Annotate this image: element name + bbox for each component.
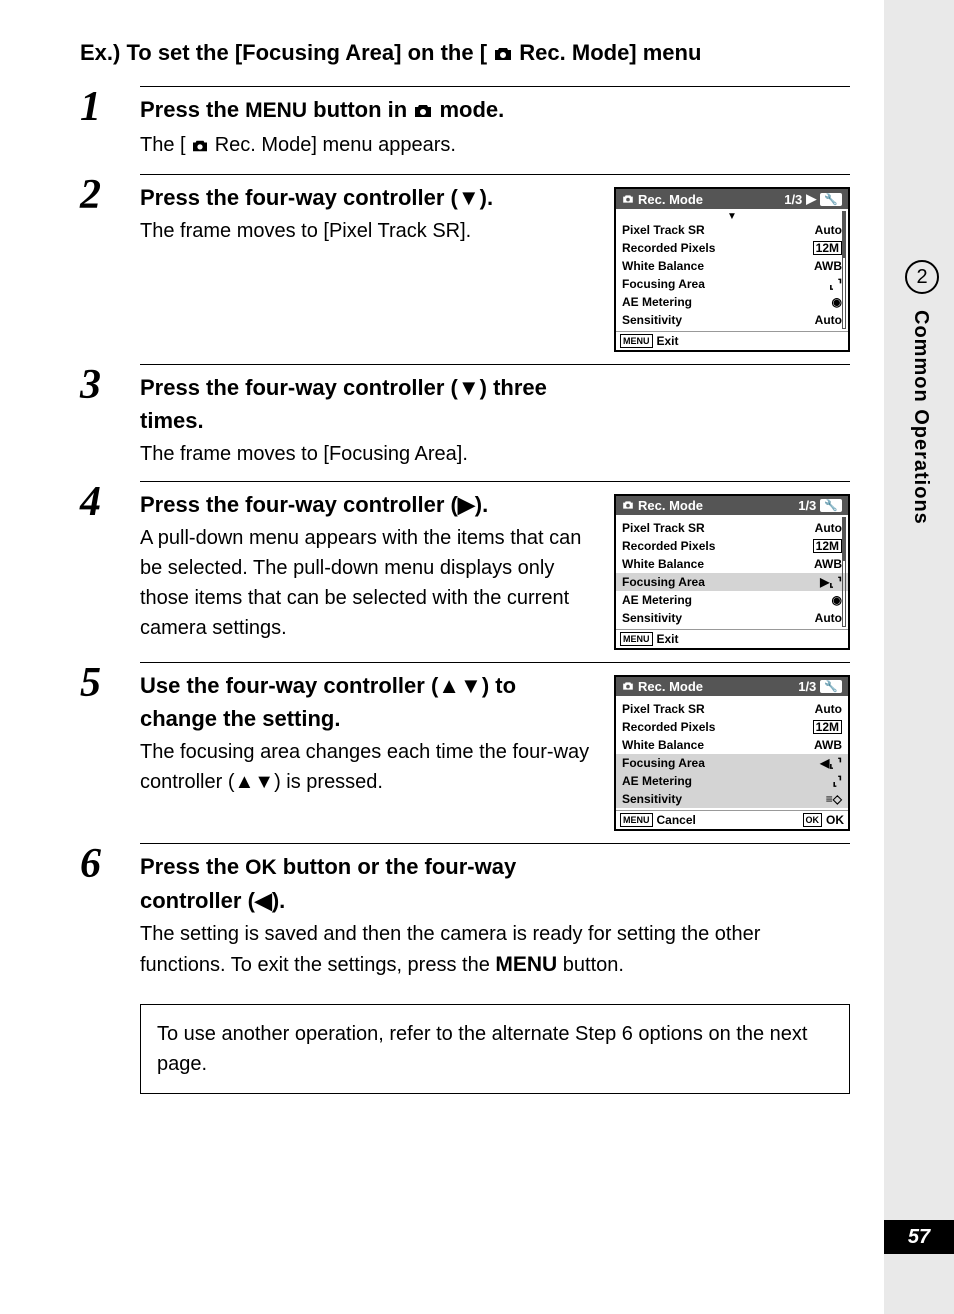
lcd-title-text: Rec. Mode bbox=[638, 192, 703, 207]
step-number: 6 bbox=[80, 843, 140, 980]
lcd-screen-step5: Rec. Mode 1/3 🔧 Pixel Track SRAuto Recor… bbox=[614, 675, 850, 831]
step-heading: Press the OK button or the four-way cont… bbox=[140, 850, 610, 917]
step-heading: Use the four-way controller (▲▼) to chan… bbox=[140, 669, 594, 735]
right-tab-icon: ▶ bbox=[806, 191, 816, 207]
focus-option-spot-icon: ⸤⸣ bbox=[833, 774, 842, 788]
lcd-scrollbar bbox=[842, 211, 846, 329]
step-description: The setting is saved and then the camera… bbox=[140, 919, 850, 981]
step-number: 2 bbox=[80, 174, 140, 352]
lcd-scrollbar bbox=[842, 517, 846, 627]
camera-icon bbox=[493, 42, 513, 68]
step-heading: Press the four-way controller (▼) three … bbox=[140, 371, 610, 437]
chapter-title-vertical: Common Operations bbox=[909, 310, 932, 525]
camera-icon bbox=[191, 132, 209, 162]
note-box: To use another operation, refer to the a… bbox=[140, 1004, 850, 1094]
chapter-number-badge: 2 bbox=[905, 260, 939, 294]
focus-area-icon: ▶⸤ ⸣ bbox=[820, 575, 842, 589]
wrench-icon: 🔧 bbox=[820, 499, 842, 512]
step-number: 5 bbox=[80, 662, 140, 831]
lcd-screen-step2: Rec. Mode 1/3 ▶ 🔧 ▼ Pixel Track SRAuto R… bbox=[614, 187, 850, 352]
page-number: 57 bbox=[884, 1220, 954, 1254]
step-description: The frame moves to [Pixel Track SR]. bbox=[140, 216, 594, 246]
focus-area-selected-icon: ◀⸤ ⸣ bbox=[820, 756, 842, 770]
wrench-icon: 🔧 bbox=[820, 193, 842, 206]
lcd-title-text: Rec. Mode bbox=[638, 679, 703, 694]
focus-option-tracking-icon: ≡◇ bbox=[826, 792, 842, 806]
step-description: A pull-down menu appears with the items … bbox=[140, 523, 594, 643]
step-description: The [ Rec. Mode] menu appears. bbox=[140, 130, 610, 162]
lcd-page-indicator: 1/3 bbox=[798, 679, 816, 694]
ae-metering-icon: ◉ bbox=[832, 295, 842, 309]
ae-metering-icon: ◉ bbox=[832, 593, 842, 607]
camera-icon bbox=[622, 192, 634, 207]
lcd-title-text: Rec. Mode bbox=[638, 498, 703, 513]
ok-button-label: OK bbox=[803, 813, 823, 827]
step-heading: Press the four-way controller (▼). bbox=[140, 181, 594, 214]
step-description: The focusing area changes each time the … bbox=[140, 737, 594, 797]
menu-button-label: MENU bbox=[620, 334, 653, 348]
wrench-icon: 🔧 bbox=[820, 680, 842, 693]
camera-icon bbox=[413, 95, 433, 128]
step-heading: Press the MENU button in mode. bbox=[140, 93, 610, 128]
step-number: 3 bbox=[80, 364, 140, 469]
menu-button-label: MENU bbox=[620, 632, 653, 646]
example-title: Ex.) To set the [Focusing Area] on the [… bbox=[80, 40, 850, 68]
lcd-page-indicator: 1/3 bbox=[784, 192, 802, 207]
menu-button-label: MENU bbox=[620, 813, 653, 827]
focus-area-icon: ⸤ ⸣ bbox=[829, 277, 842, 291]
camera-icon bbox=[622, 679, 634, 694]
lcd-page-indicator: 1/3 bbox=[798, 498, 816, 513]
step-heading: Press the four-way controller (▶). bbox=[140, 488, 594, 521]
step-number: 1 bbox=[80, 86, 140, 162]
step-description: The frame moves to [Focusing Area]. bbox=[140, 439, 610, 469]
camera-icon bbox=[622, 498, 634, 513]
lcd-screen-step4: Rec. Mode 1/3 🔧 Pixel Track SRAuto Recor… bbox=[614, 494, 850, 650]
step-number: 4 bbox=[80, 481, 140, 650]
